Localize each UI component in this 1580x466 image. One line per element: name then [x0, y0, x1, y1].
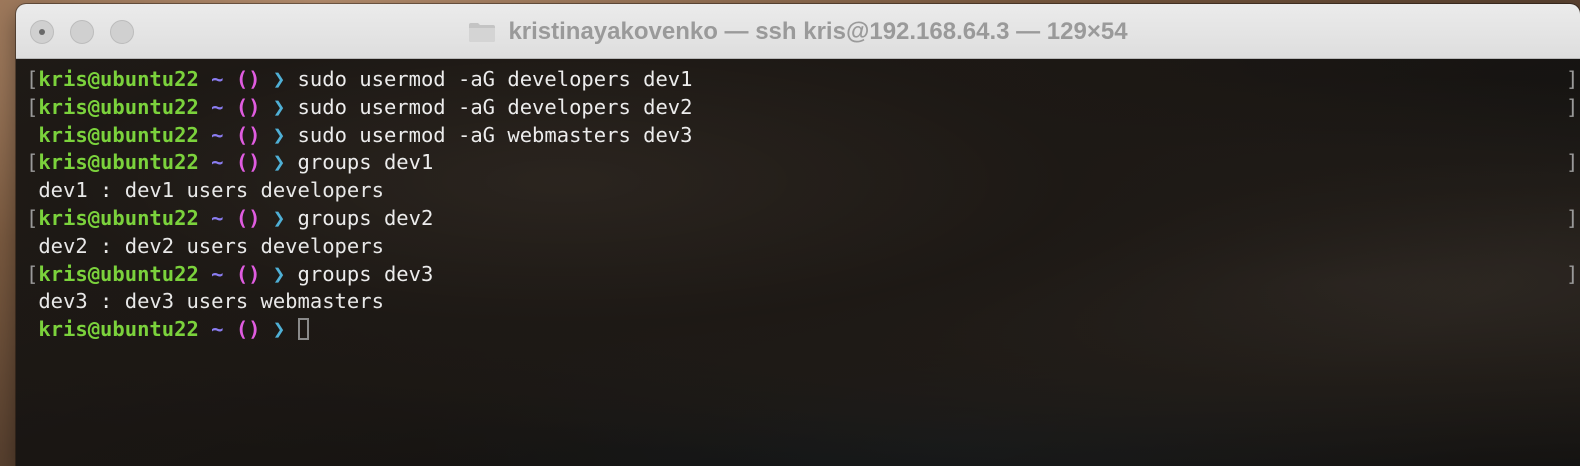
output-line: dev1 : dev1 users developers — [26, 177, 693, 205]
prompt-git-icon: () — [235, 261, 261, 286]
window-title: kristinayakovenko — ssh kris@192.168.64.… — [508, 17, 1128, 45]
prompt-user-host: kris@ubuntu22 — [38, 94, 199, 119]
line-bracket: [ — [26, 261, 39, 286]
line-bracket: [ — [26, 67, 39, 91]
command-text: groups dev1 — [297, 150, 434, 175]
prompt-user-host: kris@ubuntu22 — [38, 150, 199, 175]
prompt-user-host: kris@ubuntu22 — [38, 205, 199, 230]
command-text: sudo usermod -aG developers dev2 — [297, 94, 693, 119]
command-text: sudo usermod -aG webmasters dev3 — [297, 122, 693, 147]
prompt-user-host: kris@ubuntu22 — [38, 317, 199, 342]
prompt-git-icon: () — [235, 317, 261, 342]
prompt-chevron-icon: ❯ — [272, 317, 286, 342]
prompt-chevron-icon: ❯ — [272, 150, 286, 175]
output-text: dev3 : dev3 users webmasters — [26, 289, 384, 314]
prompt-user-host: kris@ubuntu22 — [38, 122, 199, 147]
prompt-line: kris@ubuntu22 ~ () ❯ — [26, 316, 693, 344]
prompt-git-icon: () — [235, 94, 261, 119]
prompt-directory: ~ — [211, 205, 224, 230]
prompt-line: [kris@ubuntu22 ~ () ❯ groups dev1] — [26, 150, 1579, 175]
prompt-directory: ~ — [211, 122, 224, 147]
prompt-directory: ~ — [211, 150, 224, 175]
folder-icon — [468, 21, 496, 43]
line-bracket: [ — [26, 205, 39, 230]
prompt-chevron-icon: ❯ — [272, 122, 286, 147]
title-bar[interactable]: kristinayakovenko — ssh kris@192.168.64.… — [16, 4, 1580, 59]
line-bracket — [26, 317, 38, 341]
line-bracket: [ — [26, 94, 39, 119]
prompt-chevron-icon: ❯ — [272, 94, 286, 119]
prompt-line: kris@ubuntu22 ~ () ❯ sudo usermod -aG we… — [26, 122, 693, 150]
output-text: dev2 : dev2 users developers — [26, 233, 384, 258]
prompt-line: [kris@ubuntu22 ~ () ❯ sudo usermod -aG d… — [26, 94, 1579, 119]
command-text: groups dev3 — [297, 261, 434, 286]
window-title-area: kristinayakovenko — ssh kris@192.168.64.… — [16, 4, 1580, 59]
prompt-git-icon: () — [235, 205, 261, 230]
terminal-content[interactable]: [kris@ubuntu22 ~ () ❯ sudo usermod -aG d… — [16, 59, 1580, 466]
prompt-directory: ~ — [211, 261, 224, 286]
cursor — [297, 318, 309, 341]
prompt-chevron-icon: ❯ — [272, 261, 286, 286]
prompt-git-icon: () — [235, 67, 261, 91]
command-text: sudo usermod -aG developers dev1 — [297, 67, 693, 91]
prompt-chevron-icon: ❯ — [272, 205, 286, 230]
prompt-directory: ~ — [211, 94, 224, 119]
prompt-git-icon: () — [235, 150, 261, 175]
prompt-user-host: kris@ubuntu22 — [38, 67, 199, 91]
terminal-window[interactable]: kristinayakovenko — ssh kris@192.168.64.… — [16, 4, 1580, 466]
prompt-line: [kris@ubuntu22 ~ () ❯ groups dev3] — [26, 261, 1579, 286]
prompt-chevron-icon: ❯ — [272, 67, 286, 91]
prompt-directory: ~ — [211, 67, 224, 91]
output-text: dev1 : dev1 users developers — [26, 178, 384, 203]
terminal-output: [kris@ubuntu22 ~ () ❯ sudo usermod -aG d… — [26, 66, 1579, 344]
line-bracket — [26, 123, 38, 147]
prompt-git-icon: () — [235, 122, 261, 147]
output-line: dev2 : dev2 users developers — [26, 233, 693, 261]
command-text: groups dev2 — [297, 205, 434, 230]
prompt-directory: ~ — [211, 317, 224, 342]
prompt-line: [kris@ubuntu22 ~ () ❯ sudo usermod -aG d… — [26, 67, 1579, 91]
line-bracket: [ — [26, 150, 39, 175]
prompt-user-host: kris@ubuntu22 — [38, 261, 199, 286]
prompt-line: [kris@ubuntu22 ~ () ❯ groups dev2] — [26, 205, 1579, 230]
output-line: dev3 : dev3 users webmasters — [26, 288, 693, 316]
